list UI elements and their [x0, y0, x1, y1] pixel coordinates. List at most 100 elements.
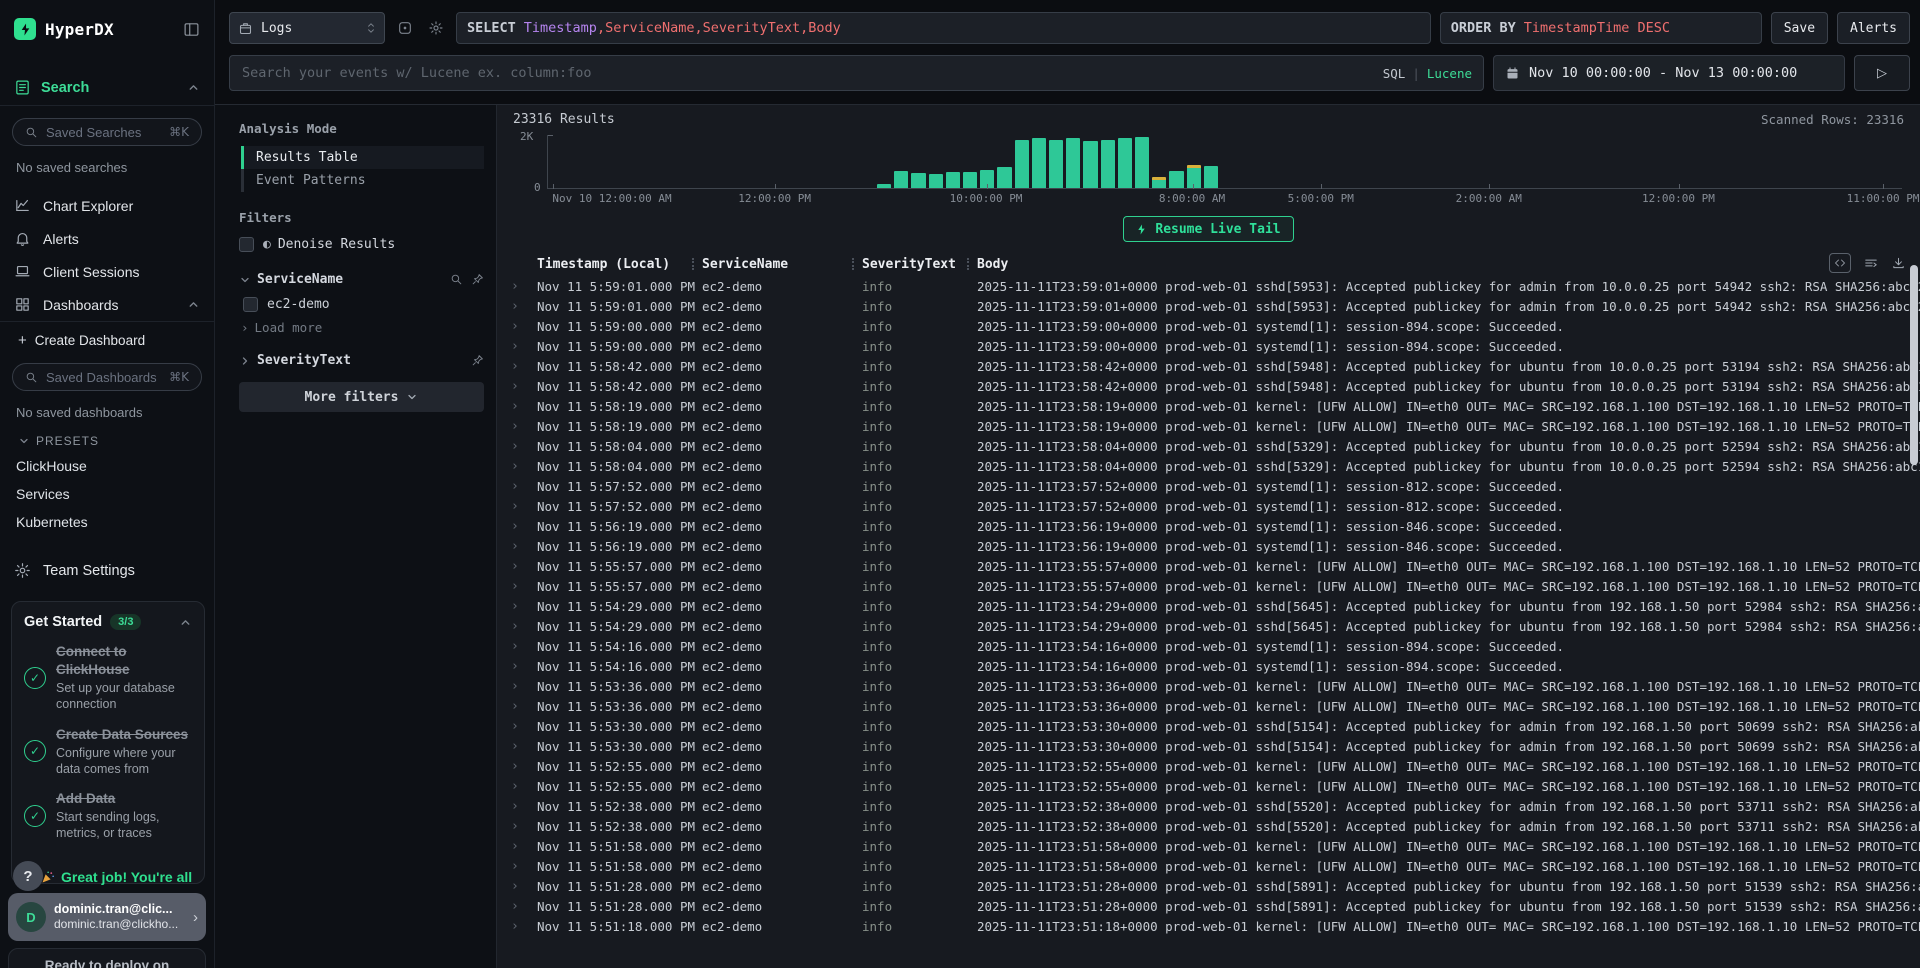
histogram-bar[interactable] [1032, 138, 1046, 188]
histogram-bar[interactable] [1101, 140, 1115, 188]
row-expander-icon[interactable]: › [511, 559, 537, 574]
row-expander-icon[interactable]: › [511, 359, 537, 374]
row-expander-icon[interactable]: › [511, 439, 537, 454]
log-row[interactable]: ›Nov 11 5:57:52.000 PMec2-demoinfo2025-1… [511, 496, 1920, 516]
run-query-button[interactable]: ▷ [1854, 55, 1910, 91]
row-expander-icon[interactable]: › [511, 759, 537, 774]
lucene-toggle[interactable]: Lucene [1427, 66, 1472, 81]
row-expander-icon[interactable]: › [511, 279, 537, 294]
row-expander-icon[interactable]: › [511, 339, 537, 354]
source-select[interactable]: Logs [229, 12, 385, 44]
row-expander-icon[interactable]: › [511, 839, 537, 854]
row-expander-icon[interactable]: › [511, 579, 537, 594]
log-row[interactable]: ›Nov 11 5:51:58.000 PMec2-demoinfo2025-1… [511, 836, 1920, 856]
histogram-bar[interactable] [1204, 166, 1218, 188]
deploy-teaser-card[interactable]: Ready to deploy on [8, 948, 206, 968]
row-expander-icon[interactable]: › [511, 719, 537, 734]
get-started-step[interactable]: ✓ Connect to ClickHouse Set up your data… [24, 643, 192, 713]
log-row[interactable]: ›Nov 11 5:55:57.000 PMec2-demoinfo2025-1… [511, 556, 1920, 576]
vertical-scrollbar[interactable] [1910, 265, 1918, 465]
sidebar-item-team-settings[interactable]: Team Settings [0, 552, 214, 589]
log-row[interactable]: ›Nov 11 5:59:00.000 PMec2-demoinfo2025-1… [511, 316, 1920, 336]
log-row[interactable]: ›Nov 11 5:54:16.000 PMec2-demoinfo2025-1… [511, 636, 1920, 656]
row-expander-icon[interactable]: › [511, 319, 537, 334]
log-row[interactable]: ›Nov 11 5:58:42.000 PMec2-demoinfo2025-1… [511, 376, 1920, 396]
log-row[interactable]: ›Nov 11 5:54:16.000 PMec2-demoinfo2025-1… [511, 656, 1920, 676]
mode-results-table[interactable]: Results Table [241, 146, 484, 169]
log-row[interactable]: ›Nov 11 5:54:29.000 PMec2-demoinfo2025-1… [511, 616, 1920, 636]
resume-live-tail-button[interactable]: Resume Live Tail [1123, 216, 1293, 242]
log-row[interactable]: ›Nov 11 5:59:01.000 PMec2-demoinfo2025-1… [511, 296, 1920, 316]
row-expander-icon[interactable]: › [511, 539, 537, 554]
row-side-panel-icon[interactable] [1863, 256, 1879, 270]
row-expander-icon[interactable]: › [511, 699, 537, 714]
sidebar-collapse-icon[interactable] [183, 21, 200, 38]
histogram-bar[interactable] [911, 173, 925, 188]
row-expander-icon[interactable]: › [511, 679, 537, 694]
event-search-input[interactable] [229, 55, 1484, 91]
log-row[interactable]: ›Nov 11 5:51:58.000 PMec2-demoinfo2025-1… [511, 856, 1920, 876]
row-expander-icon[interactable]: › [511, 819, 537, 834]
log-row[interactable]: ›Nov 11 5:53:36.000 PMec2-demoinfo2025-1… [511, 676, 1920, 696]
row-expander-icon[interactable]: › [511, 619, 537, 634]
row-expander-icon[interactable]: › [511, 899, 537, 914]
chevron-up-icon[interactable] [179, 616, 192, 629]
log-row[interactable]: ›Nov 11 5:54:29.000 PMec2-demoinfo2025-1… [511, 596, 1920, 616]
row-expander-icon[interactable]: › [511, 599, 537, 614]
row-expander-icon[interactable]: › [511, 779, 537, 794]
log-row[interactable]: ›Nov 11 5:57:52.000 PMec2-demoinfo2025-1… [511, 476, 1920, 496]
row-expander-icon[interactable]: › [511, 739, 537, 754]
column-resize-handle[interactable] [692, 258, 694, 270]
log-row[interactable]: ›Nov 11 5:52:38.000 PMec2-demoinfo2025-1… [511, 796, 1920, 816]
row-expander-icon[interactable]: › [511, 419, 537, 434]
order-by-input[interactable]: ORDER BY TimestampTime DESC [1440, 12, 1762, 44]
histogram-bar[interactable] [997, 167, 1011, 188]
log-row[interactable]: ›Nov 11 5:53:30.000 PMec2-demoinfo2025-1… [511, 736, 1920, 756]
preset-kubernetes[interactable]: Kubernetes [0, 508, 214, 536]
histogram-bar[interactable] [1118, 138, 1132, 188]
presets-toggle[interactable]: PRESETS [0, 424, 214, 452]
filter-option-ec2-demo[interactable]: ec2-demo [239, 291, 484, 314]
row-expander-icon[interactable]: › [511, 879, 537, 894]
log-row[interactable]: ›Nov 11 5:59:00.000 PMec2-demoinfo2025-1… [511, 336, 1920, 356]
sidebar-item-dashboards[interactable]: Dashboards [0, 288, 214, 322]
log-row[interactable]: ›Nov 11 5:52:38.000 PMec2-demoinfo2025-1… [511, 816, 1920, 836]
row-expander-icon[interactable]: › [511, 519, 537, 534]
log-row[interactable]: ›Nov 11 5:52:55.000 PMec2-demoinfo2025-1… [511, 776, 1920, 796]
log-row[interactable]: ›Nov 11 5:53:30.000 PMec2-demoinfo2025-1… [511, 716, 1920, 736]
time-range-picker[interactable]: Nov 10 00:00:00 - Nov 13 00:00:00 [1493, 55, 1845, 91]
save-button[interactable]: Save [1771, 12, 1828, 44]
user-profile-card[interactable]: D dominic.tran@clic... dominic.tran@clic… [8, 893, 206, 941]
column-resize-handle[interactable] [967, 258, 969, 270]
more-filters-button[interactable]: More filters [239, 382, 484, 412]
log-row[interactable]: ›Nov 11 5:58:42.000 PMec2-demoinfo2025-1… [511, 356, 1920, 376]
row-expander-icon[interactable]: › [511, 399, 537, 414]
row-expander-icon[interactable]: › [511, 859, 537, 874]
histogram-bar[interactable] [1135, 137, 1149, 188]
preset-services[interactable]: Services [0, 480, 214, 508]
mode-event-patterns[interactable]: Event Patterns [241, 169, 484, 192]
saved-dashboards-input[interactable]: Saved Dashboards ⌘K [12, 363, 202, 391]
log-row[interactable]: ›Nov 11 5:58:19.000 PMec2-demoinfo2025-1… [511, 416, 1920, 436]
column-resize-handle[interactable] [852, 258, 854, 270]
row-expander-icon[interactable]: › [511, 459, 537, 474]
histogram-bar[interactable] [1187, 165, 1201, 188]
denoise-checkbox[interactable] [239, 237, 254, 252]
log-row[interactable]: ›Nov 11 5:51:28.000 PMec2-demoinfo2025-1… [511, 896, 1920, 916]
histogram-bar[interactable] [894, 171, 908, 188]
sidebar-item-client-sessions[interactable]: Client Sessions [0, 255, 214, 288]
sidebar-item-alerts[interactable]: Alerts [0, 222, 214, 255]
histogram-bar[interactable] [929, 174, 943, 188]
sql-toggle[interactable]: SQL [1383, 66, 1406, 81]
histogram-bar[interactable] [1066, 138, 1080, 188]
view-source-code-icon[interactable] [1829, 253, 1851, 273]
histogram-bar[interactable] [1152, 177, 1166, 188]
pin-icon[interactable] [471, 354, 484, 367]
log-row[interactable]: ›Nov 11 5:52:55.000 PMec2-demoinfo2025-1… [511, 756, 1920, 776]
filter-group-servicename[interactable]: ServiceName [239, 272, 484, 287]
get-started-step[interactable]: ✓ Create Data Sources Configure where yo… [24, 726, 192, 778]
download-icon[interactable] [1891, 256, 1906, 270]
filter-group-severitytext[interactable]: SeverityText [239, 353, 484, 368]
row-expander-icon[interactable]: › [511, 379, 537, 394]
log-row[interactable]: ›Nov 11 5:58:04.000 PMec2-demoinfo2025-1… [511, 456, 1920, 476]
